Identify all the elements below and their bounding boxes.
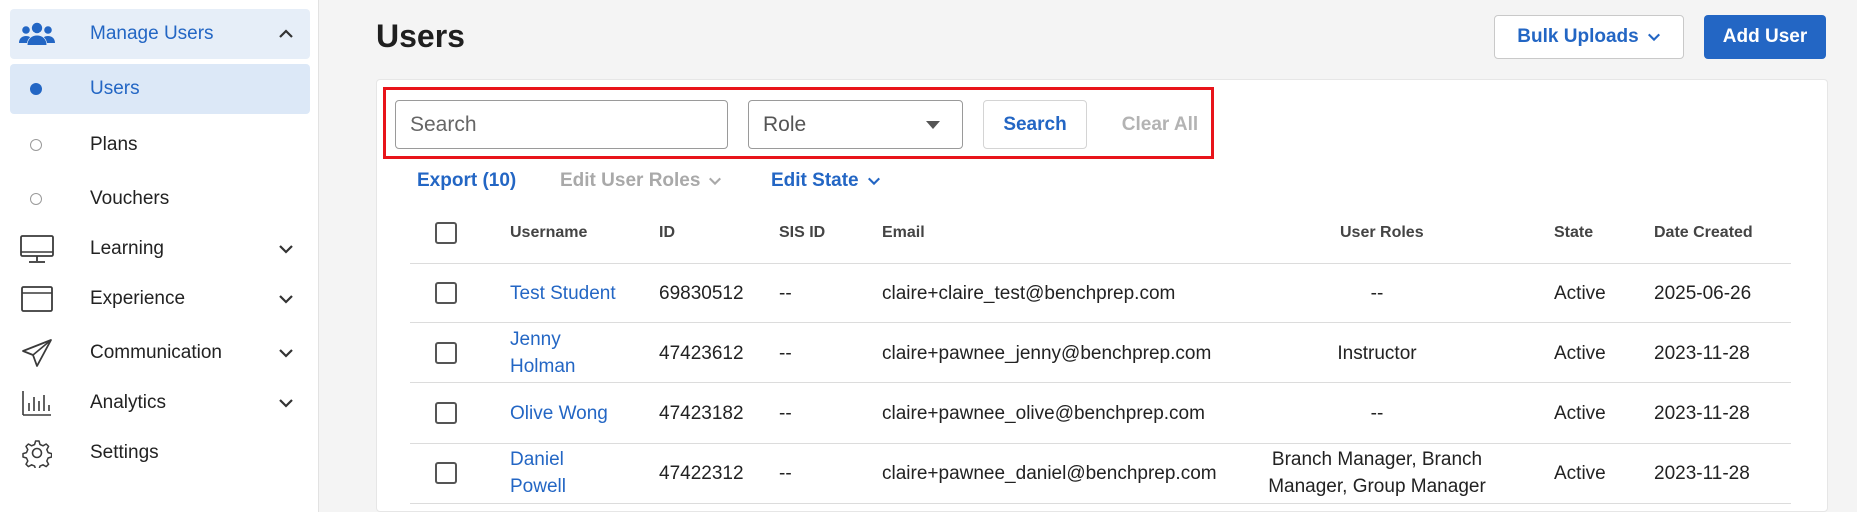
- sidebar-item-label: Experience: [90, 288, 186, 309]
- sidebar-item-users[interactable]: Users: [10, 64, 310, 114]
- sidebar-item-plans[interactable]: Plans: [10, 120, 310, 170]
- user-roles: Instructor: [1337, 343, 1417, 364]
- row-divider: [410, 443, 1791, 444]
- sidebar-item-label: Users: [90, 78, 140, 99]
- chevron-down-icon: [279, 245, 293, 254]
- row-divider: [410, 503, 1791, 504]
- user-id: 47423182: [659, 403, 744, 424]
- sis-id: --: [779, 283, 792, 304]
- sidebar-item-learning[interactable]: Learning: [10, 224, 310, 274]
- edit-user-roles-dropdown[interactable]: Edit User Roles: [560, 170, 722, 192]
- sis-id: --: [779, 463, 792, 484]
- row-checkbox[interactable]: [435, 342, 457, 364]
- select-all-checkbox[interactable]: [435, 222, 457, 244]
- chevron-down-icon: [867, 177, 880, 186]
- gear-icon: [19, 438, 55, 468]
- email: claire+claire_test@benchprep.com: [882, 283, 1176, 304]
- state: Active: [1554, 343, 1606, 364]
- sidebar-item-label: Analytics: [90, 392, 167, 413]
- sidebar-item-label: Learning: [90, 238, 164, 259]
- email: claire+pawnee_olive@benchprep.com: [882, 403, 1205, 424]
- column-header-sis-id[interactable]: SIS ID: [779, 224, 825, 242]
- edit-user-roles-label: Edit User Roles: [560, 170, 701, 191]
- username-line-1: Daniel: [510, 449, 564, 470]
- sidebar-item-analytics[interactable]: Analytics: [10, 378, 310, 428]
- user-roles-line-2: Manager, Group Manager: [1268, 476, 1486, 497]
- state: Active: [1554, 283, 1606, 304]
- chevron-down-icon: [279, 399, 293, 408]
- row-checkbox[interactable]: [435, 402, 457, 424]
- chevron-down-icon: [1647, 33, 1660, 42]
- row-checkbox[interactable]: [435, 282, 457, 304]
- row-divider: [410, 263, 1791, 264]
- bulk-uploads-label: Bulk Uploads: [1517, 26, 1639, 47]
- sidebar-item-manage-users[interactable]: Manage Users: [10, 9, 310, 59]
- row-divider: [410, 322, 1791, 323]
- sis-id: --: [779, 343, 792, 364]
- row-divider: [410, 382, 1791, 383]
- chevron-down-icon: [709, 177, 722, 186]
- sidebar: Manage Users Users Plans Vouchers Learni…: [0, 0, 319, 512]
- column-header-email[interactable]: Email: [882, 224, 925, 242]
- user-id: 47422312: [659, 463, 744, 484]
- highlight-box: [383, 87, 1214, 159]
- column-header-user-roles[interactable]: User Roles: [1340, 224, 1424, 242]
- monitor-icon: [19, 234, 55, 264]
- column-header-state[interactable]: State: [1554, 224, 1593, 242]
- user-id: 47423612: [659, 343, 744, 364]
- chevron-up-icon: [279, 29, 293, 38]
- bar-chart-icon: [19, 388, 55, 418]
- paper-plane-icon: [19, 338, 55, 368]
- sis-id: --: [779, 403, 792, 424]
- sidebar-item-label: Manage Users: [90, 23, 214, 44]
- sidebar-item-label: Vouchers: [90, 188, 170, 209]
- inactive-dot-icon: [30, 193, 42, 205]
- sidebar-item-settings[interactable]: Settings: [10, 428, 310, 478]
- username-link[interactable]: Olive Wong: [510, 400, 608, 427]
- date-created: 2023-11-28: [1654, 403, 1750, 424]
- users-group-icon: [19, 19, 55, 49]
- username-line-1: Jenny: [510, 329, 561, 350]
- date-created: 2023-11-28: [1654, 463, 1750, 484]
- sidebar-item-label: Communication: [90, 342, 222, 363]
- sidebar-item-experience[interactable]: Experience: [10, 274, 310, 324]
- inactive-dot-icon: [30, 139, 42, 151]
- browser-window-icon: [19, 284, 55, 314]
- sidebar-item-communication[interactable]: Communication: [10, 328, 310, 378]
- sidebar-item-label: Plans: [90, 134, 138, 155]
- date-created: 2023-11-28: [1654, 343, 1750, 364]
- username-link[interactable]: Daniel Powell: [510, 446, 566, 500]
- state: Active: [1554, 463, 1606, 484]
- row-checkbox[interactable]: [435, 462, 457, 484]
- sidebar-item-vouchers[interactable]: Vouchers: [10, 174, 310, 224]
- username-line-2: Holman: [510, 356, 576, 377]
- user-roles-line-1: Branch Manager, Branch: [1271, 449, 1483, 470]
- bulk-uploads-button[interactable]: Bulk Uploads: [1494, 15, 1684, 59]
- user-roles: Branch Manager, Branch Manager, Group Ma…: [1256, 446, 1498, 500]
- username-link[interactable]: Test Student: [510, 280, 616, 307]
- add-user-button[interactable]: Add User: [1704, 15, 1826, 59]
- column-header-id[interactable]: ID: [659, 224, 675, 242]
- state: Active: [1554, 403, 1606, 424]
- column-header-date-created[interactable]: Date Created: [1654, 224, 1753, 242]
- date-created: 2025-06-26: [1654, 283, 1752, 304]
- chevron-down-icon: [279, 295, 293, 304]
- user-roles: --: [1370, 283, 1384, 304]
- email: claire+pawnee_jenny@benchprep.com: [882, 343, 1212, 364]
- page-title: Users: [376, 18, 465, 54]
- sidebar-item-label: Settings: [90, 442, 159, 463]
- email: claire+pawnee_daniel@benchprep.com: [882, 463, 1217, 484]
- user-id: 69830512: [659, 283, 744, 304]
- username-link[interactable]: Jenny Holman: [510, 326, 575, 380]
- export-button[interactable]: Export (10): [417, 170, 516, 192]
- user-roles: --: [1370, 403, 1384, 424]
- edit-state-dropdown[interactable]: Edit State: [771, 170, 881, 192]
- export-label: Export (10): [417, 170, 517, 191]
- username-line-2: Powell: [510, 476, 566, 497]
- chevron-down-icon: [279, 349, 293, 358]
- edit-state-label: Edit State: [771, 170, 859, 191]
- column-header-username[interactable]: Username: [510, 224, 587, 242]
- active-dot-icon: [30, 83, 42, 95]
